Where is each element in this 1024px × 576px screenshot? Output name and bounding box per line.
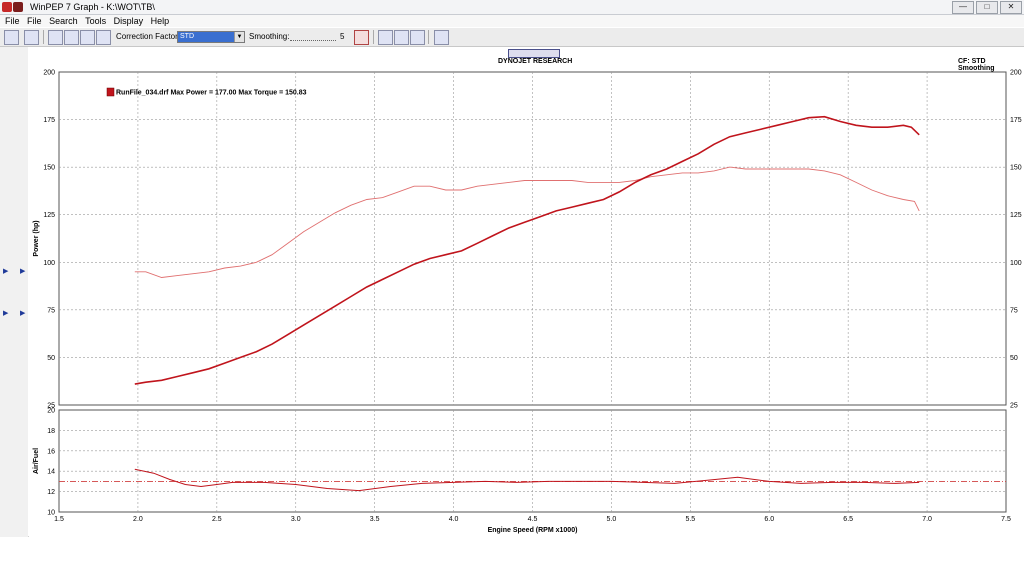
x-tick-label: 1.5 — [54, 516, 64, 523]
power-y-tick-label-right: 50 — [1010, 355, 1018, 362]
power-y-tick-label: 200 — [43, 70, 55, 77]
status-area — [0, 537, 1024, 576]
x-tick-label: 7.0 — [922, 516, 932, 523]
afr-axis-label: Air/Fuel — [33, 448, 40, 474]
x-tick-label: 6.0 — [764, 516, 774, 523]
power-axis-label: Power (hp) — [33, 220, 40, 256]
dyno-chart: 1.5 2.0 2.5 3.0 3.5 4.0 4.5 5.0 5.5 6.0 6.5 7.0 7.5 2… — [33, 70, 1022, 535]
power-y-tick-label: 75 — [47, 307, 55, 314]
x-tick-label: 7.5 — [1001, 516, 1011, 523]
afr-plot-frame — [58, 409, 1007, 513]
power-y-tick-label-right: 200 — [1010, 70, 1022, 77]
x-tick-label: 5.5 — [685, 516, 695, 523]
x-tick-label: 4.0 — [449, 516, 459, 523]
power-y-tick-label: 150 — [43, 165, 55, 172]
power-y-tick-label: 175 — [43, 117, 55, 124]
power-y-tick-label-right: 25 — [1010, 403, 1018, 410]
power-y-tick-label: 125 — [43, 212, 55, 219]
afr-y-tick-label: 14 — [47, 469, 55, 476]
power-y-tick-label-right: 125 — [1010, 212, 1022, 219]
afr-y-tick-label: 10 — [47, 510, 55, 517]
x-tick-label: 2.0 — [133, 516, 143, 523]
power-y-tick-label: 100 — [43, 260, 55, 267]
torque-series-line — [134, 166, 920, 278]
power-y-tick-label: 50 — [47, 355, 55, 362]
power-y-tick-label-right: 100 — [1010, 260, 1022, 267]
x-tick-label: 4.5 — [528, 516, 538, 523]
x-tick-label: 3.0 — [291, 516, 301, 523]
x-tick-label: 2.5 — [212, 516, 222, 523]
power-series-line — [134, 115, 920, 385]
x-axis-label: Engine Speed (RPM x1000) — [488, 527, 578, 534]
afr-y-tick-label: 20 — [47, 408, 55, 415]
x-tick-label: 5.0 — [607, 516, 617, 523]
power-y-tick-label-right: 175 — [1010, 117, 1022, 124]
afr-y-tick-label: 12 — [47, 489, 55, 496]
power-y-tick-label-right: 150 — [1010, 165, 1022, 172]
power-y-tick-label-right: 75 — [1010, 307, 1018, 314]
legend-text: RunFile_034.drf Max Power = 177.00 Max T… — [116, 90, 307, 97]
afr-series-line — [134, 468, 920, 492]
x-tick-label: 6.5 — [843, 516, 853, 523]
legend-swatch[interactable] — [106, 87, 115, 97]
afr-y-tick-label: 16 — [47, 448, 55, 455]
afr-y-tick-label: 18 — [47, 428, 55, 435]
x-tick-label: 3.5 — [370, 516, 380, 523]
